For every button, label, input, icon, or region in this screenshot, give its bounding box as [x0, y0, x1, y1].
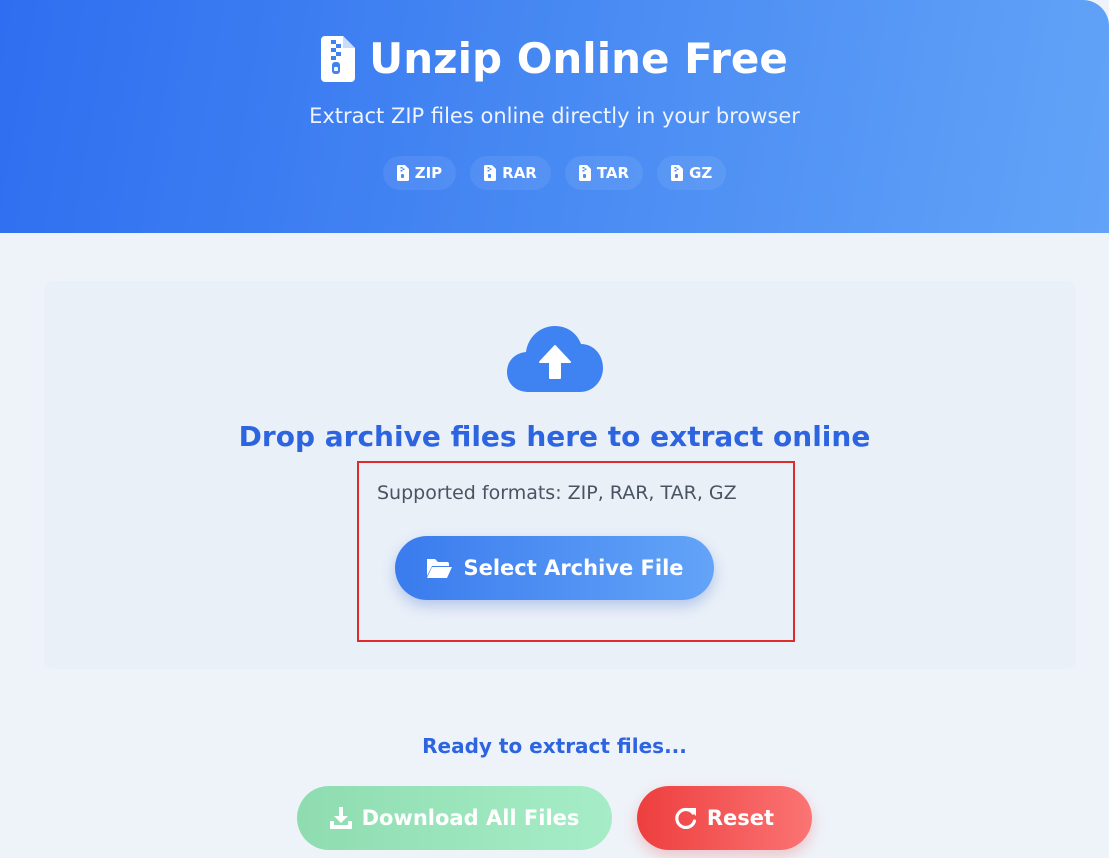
- cloud-upload-icon: [507, 326, 603, 394]
- folder-open-icon: [425, 557, 453, 579]
- page-subtitle: Extract ZIP files online directly in you…: [309, 104, 800, 128]
- file-zipper-icon: [484, 165, 497, 181]
- file-zipper-icon: [578, 165, 591, 181]
- reset-label: Reset: [706, 806, 775, 830]
- format-chip-label: GZ: [689, 164, 713, 182]
- drop-heading: Drop archive files here to extract onlin…: [238, 420, 871, 453]
- format-chip-tar: TAR: [564, 156, 644, 190]
- status-text: Ready to extract files...: [422, 734, 687, 758]
- format-chip-label: RAR: [502, 164, 537, 182]
- file-zipper-icon: [396, 165, 409, 181]
- title-row: Unzip Online Free: [0, 34, 1109, 83]
- page-title: Unzip Online Free: [369, 34, 788, 83]
- app-header: Unzip Online Free Extract ZIP files onli…: [0, 0, 1109, 233]
- select-archive-label: Select Archive File: [463, 556, 684, 580]
- redo-icon: [675, 807, 697, 829]
- download-all-label: Download All Files: [361, 806, 580, 830]
- download-icon: [329, 807, 352, 829]
- supported-formats-text: Supported formats: ZIP, RAR, TAR, GZ: [377, 482, 737, 504]
- select-archive-button[interactable]: Select Archive File: [395, 536, 714, 600]
- format-chip-label: ZIP: [414, 164, 443, 182]
- download-all-button[interactable]: Download All Files: [297, 786, 612, 850]
- file-zipper-icon: [671, 165, 684, 181]
- file-zipper-icon: [321, 35, 356, 82]
- format-chip-zip: ZIP: [382, 156, 457, 190]
- format-chip-gz: GZ: [657, 156, 727, 190]
- format-chip-label: TAR: [596, 164, 630, 182]
- reset-button[interactable]: Reset: [637, 786, 812, 850]
- format-chip-rar: RAR: [470, 156, 551, 190]
- format-chips: ZIP RAR TAR GZ: [0, 156, 1109, 190]
